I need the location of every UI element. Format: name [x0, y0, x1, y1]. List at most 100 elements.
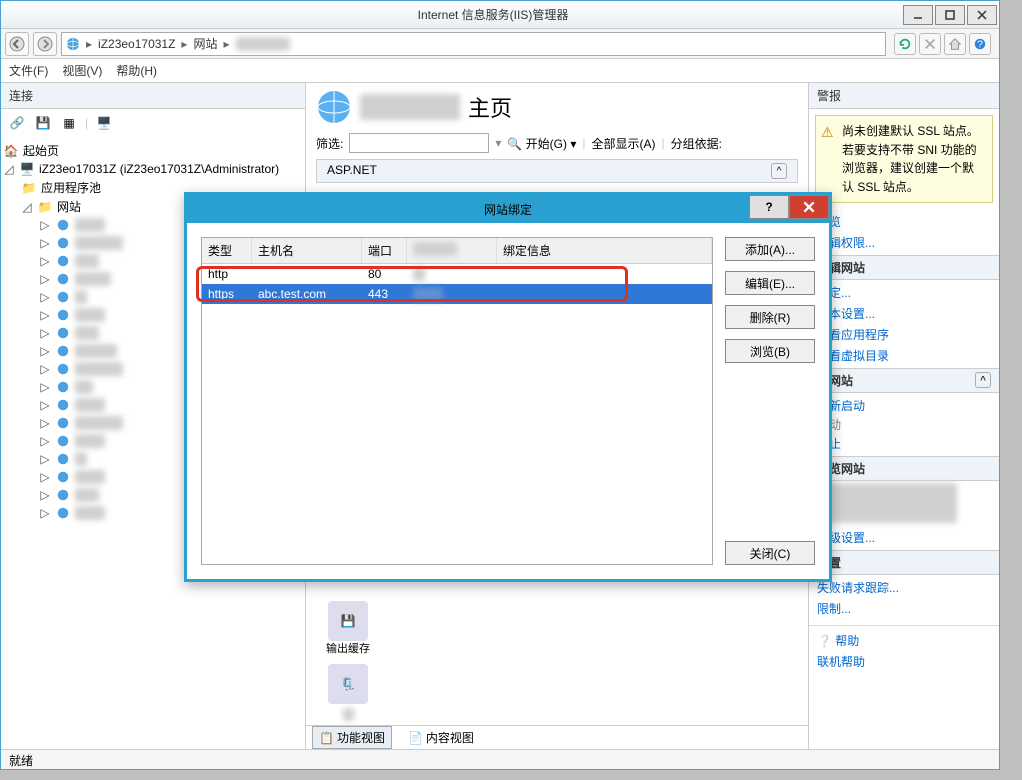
actions-pane: 警报 ⚠ 尚未创建默认 SSL 站点。若要支持不带 SNI 功能的浏览器，建议创… [809, 83, 999, 749]
grid-icon[interactable]: ▦ [59, 113, 79, 133]
back-button[interactable] [5, 32, 29, 56]
stop-icon[interactable] [919, 33, 941, 55]
addr-redacted: xxxxxxxxx [236, 37, 290, 51]
section-edit-site: 编辑网站 [809, 255, 999, 280]
tree-sites-label: 网站 [57, 198, 81, 215]
collapse-icon[interactable]: ^ [771, 163, 787, 179]
status-text: 就绪 [9, 754, 33, 768]
tree-root[interactable]: 🏠起始页 [3, 141, 303, 160]
page-title: 主页 [468, 91, 512, 123]
feature-compress[interactable]: 🗜️xx [316, 664, 380, 721]
col-info[interactable]: 绑定信息 [497, 238, 712, 263]
col-host[interactable]: 主机名 [252, 238, 362, 263]
filter-start[interactable]: 🔍 开始(G) ▾ [507, 135, 576, 152]
binding-row[interactable]: http 80 xx [202, 264, 712, 284]
delete-binding-button[interactable]: 删除(R) [725, 305, 815, 329]
tab-content[interactable]: 📄 内容视图 [402, 727, 480, 748]
ssl-alert: ⚠ 尚未创建默认 SSL 站点。若要支持不带 SNI 功能的浏览器，建议创建一个… [815, 115, 993, 203]
connect-icon[interactable]: 🔗 [7, 113, 27, 133]
tree-server[interactable]: ◿🖥️iZ23eo17031Z (iZ23eo17031Z\Administra… [3, 160, 303, 178]
cell-port: 80 [368, 267, 413, 281]
dialog-buttons: 添加(A)... 编辑(E)... 删除(R) 浏览(B) 关闭(C) [725, 237, 815, 565]
filter-input[interactable] [349, 133, 489, 153]
bindings-list[interactable]: 类型 主机名 端口 xxxx 绑定信息 http 80 xx https abc… [201, 237, 713, 565]
connections-toolbar: 🔗 💾 ▦ | 🖥️ [1, 109, 305, 137]
cell-type: http [208, 267, 258, 281]
feature-output-cache[interactable]: 💾输出缓存 [316, 601, 380, 656]
action-basic[interactable]: 基本设置... [817, 303, 991, 324]
dialog-help-button[interactable]: ? [749, 195, 789, 219]
alerts-head: 警报 [809, 83, 999, 109]
alert-text: 尚未创建默认 SSL 站点。若要支持不带 SNI 功能的浏览器，建议创建一个默认… [842, 124, 979, 194]
action-online-help[interactable]: 联机帮助 [817, 651, 991, 672]
cell-host [258, 267, 368, 281]
warning-icon: ⚠ [821, 122, 834, 143]
tree-root-label: 起始页 [23, 142, 59, 159]
section-config: 配置 [809, 550, 999, 575]
add-binding-button[interactable]: 添加(A)... [725, 237, 815, 261]
action-help[interactable]: ❔ 帮助 [817, 630, 991, 651]
menu-help[interactable]: 帮助(H) [116, 62, 157, 79]
forward-button[interactable] [33, 32, 57, 56]
action-view-apps[interactable]: 查看应用程序 [817, 324, 991, 345]
action-view-vdirs[interactable]: 查看虚拟目录 [817, 345, 991, 366]
browse-binding-button[interactable]: 浏览(B) [725, 339, 815, 363]
help-dropdown-icon[interactable]: ? [969, 33, 991, 55]
binding-row-selected[interactable]: https abc.test.com 443 xxxxx [202, 284, 712, 304]
col-ip[interactable]: xxxx [407, 238, 497, 263]
svg-text:?: ? [977, 38, 983, 50]
cell-ip: xx [413, 267, 503, 281]
globe-icon [66, 37, 80, 51]
action-advanced[interactable]: 高级设置... [817, 527, 991, 548]
site-bindings-dialog: 网站绑定 ? 类型 主机名 端口 xxxx 绑定信息 http 80 xx ht… [184, 192, 832, 582]
collapse-icon[interactable]: ^ [975, 372, 991, 388]
maximize-button[interactable] [935, 5, 965, 25]
dialog-titlebar: 网站绑定 ? [187, 195, 829, 223]
home-icon[interactable] [944, 33, 966, 55]
filter-label: 筛选: [316, 135, 343, 152]
close-button[interactable] [967, 5, 997, 25]
cell-host: abc.test.com [258, 287, 368, 301]
action-bindings[interactable]: 绑定... [817, 282, 991, 303]
status-bar: 就绪 [1, 749, 999, 769]
action-edit-perm[interactable]: 编辑权限... [817, 232, 991, 253]
cell-port: 443 [368, 287, 413, 301]
window-title: Internet 信息服务(IIS)管理器 [85, 6, 901, 23]
save-icon[interactable]: 💾 [33, 113, 53, 133]
view-tabs: 📋 功能视图 📄 内容视图 [306, 725, 808, 749]
titlebar: Internet 信息服务(IIS)管理器 [1, 1, 999, 29]
addr-site[interactable]: 网站 [193, 35, 217, 52]
menu-file[interactable]: 文件(F) [9, 62, 48, 79]
close-dialog-button[interactable]: 关闭(C) [725, 541, 815, 565]
group-aspnet[interactable]: ASP.NET^ [316, 159, 798, 183]
col-port[interactable]: 端口 [362, 238, 407, 263]
dialog-title: 网站绑定 [187, 201, 829, 218]
action-failtrace[interactable]: 失败请求跟踪... [817, 577, 991, 598]
bindings-header: 类型 主机名 端口 xxxx 绑定信息 [202, 238, 712, 264]
nav-row: ▸ iZ23eo17031Z ▸ 网站 ▸ xxxxxxxxx ? [1, 29, 999, 59]
addr-sep-icon: ▸ [86, 37, 92, 51]
cell-info [503, 287, 706, 301]
action-stop[interactable]: 停止 [817, 433, 991, 454]
tree-server-label: iZ23eo17031Z (iZ23eo17031Z\Administrator… [39, 162, 279, 176]
server-add-icon[interactable]: 🖥️ [94, 113, 114, 133]
refresh-icon[interactable] [894, 33, 916, 55]
action-restart[interactable]: 重新启动 [817, 395, 991, 416]
menubar: 文件(F) 视图(V) 帮助(H) [1, 59, 999, 83]
minimize-button[interactable] [903, 5, 933, 25]
addr-host[interactable]: iZ23eo17031Z [98, 37, 175, 51]
cell-info [503, 267, 706, 281]
filter-row: 筛选: ▾ 🔍 开始(G) ▾ | 全部显示(A) | 分组依据: [306, 131, 808, 159]
edit-binding-button[interactable]: 编辑(E)... [725, 271, 815, 295]
tab-features[interactable]: 📋 功能视图 [312, 726, 392, 749]
site-home-icon [316, 89, 352, 125]
filter-groupby[interactable]: 分组依据: [671, 135, 722, 152]
action-limit[interactable]: 限制... [817, 598, 991, 619]
filter-showall[interactable]: 全部显示(A) [591, 135, 655, 152]
dialog-close-button[interactable] [789, 195, 829, 219]
action-browse[interactable]: 浏览 [817, 211, 991, 232]
col-type[interactable]: 类型 [202, 238, 252, 263]
address-bar[interactable]: ▸ iZ23eo17031Z ▸ 网站 ▸ xxxxxxxxx [61, 32, 886, 56]
main-header: 主页 [306, 83, 808, 131]
menu-view[interactable]: 视图(V) [62, 62, 102, 79]
